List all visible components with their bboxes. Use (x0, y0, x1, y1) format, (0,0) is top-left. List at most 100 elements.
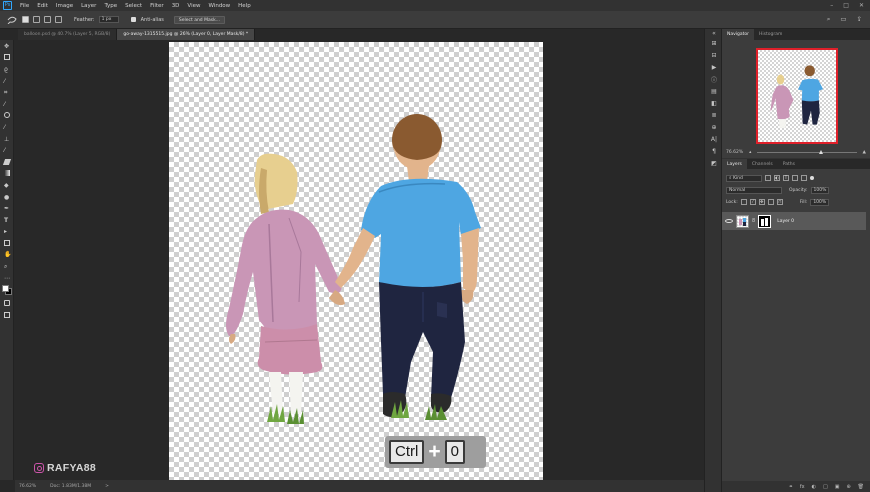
menu-help[interactable]: Help (234, 3, 255, 9)
libraries-icon[interactable]: ▤ (705, 85, 723, 97)
healing-tool[interactable] (0, 110, 14, 122)
select-and-mask-button[interactable]: Select and Mask... (173, 15, 225, 24)
type-tool[interactable]: T (0, 214, 14, 226)
minimize-button[interactable]: – (830, 2, 833, 9)
menu-view[interactable]: View (183, 3, 204, 9)
add-selection-icon[interactable] (33, 16, 40, 23)
maximize-button[interactable]: □ (843, 2, 849, 9)
new-group-icon[interactable]: ▣ (835, 484, 840, 490)
play-icon[interactable]: ▶ (705, 61, 723, 73)
eyedropper-tool[interactable]: ⁄ (0, 98, 14, 110)
workspace-icon[interactable]: ▭ (840, 15, 846, 24)
lock-transparent-icon[interactable] (740, 199, 747, 205)
stamp-tool[interactable]: ⊥ (0, 133, 14, 145)
type-filter-icon[interactable]: T (783, 175, 789, 181)
layer-row[interactable]: 8 Layer 0 (722, 212, 866, 230)
adjustments-icon[interactable]: ◧ (705, 97, 723, 109)
canvas-area[interactable] (15, 40, 704, 480)
document-canvas[interactable] (169, 42, 543, 480)
strip-collapse-icon[interactable]: « (705, 29, 723, 37)
history-icon[interactable]: ⊞ (705, 37, 723, 49)
search-icon[interactable]: ⌕ (827, 15, 831, 24)
path-select-tool[interactable]: ▸ (0, 226, 14, 238)
crop-tool[interactable]: ⌗ (0, 86, 14, 98)
filter-toggle-icon[interactable] (810, 176, 814, 180)
menu-window[interactable]: Window (204, 3, 234, 9)
new-selection-icon[interactable] (22, 16, 29, 23)
subtract-selection-icon[interactable] (44, 16, 51, 23)
link-layers-icon[interactable]: ⚭ (789, 484, 793, 490)
pen-tool[interactable]: ✒ (0, 202, 14, 214)
blur-tool[interactable]: ◆ (0, 179, 14, 191)
zoom-tool[interactable]: ⌕ (0, 260, 14, 272)
zoom-readout[interactable]: 76.62% (19, 484, 36, 489)
menu-edit[interactable]: Edit (33, 3, 52, 9)
share-icon[interactable]: ⇪ (857, 15, 862, 24)
shape-tool[interactable] (0, 237, 14, 249)
close-button[interactable]: ✕ (859, 2, 864, 9)
clone-source-icon[interactable]: ⊕ (705, 121, 723, 133)
trash-icon[interactable]: 🗑 (858, 484, 864, 490)
quick-mask-tool[interactable] (0, 297, 14, 309)
layer-name[interactable]: Layer 0 (777, 219, 794, 224)
lock-artboard-icon[interactable] (767, 199, 774, 205)
shape-filter-icon[interactable] (792, 175, 798, 181)
lock-image-icon[interactable]: ⁄ (749, 199, 756, 205)
menu-3d[interactable]: 3D (168, 3, 184, 9)
glyphs-icon[interactable]: ◩ (705, 157, 723, 169)
tab-balloon[interactable]: balloon.psd @ 40.7% (Layer 5, RGB/8) (18, 29, 118, 40)
adjustment-filter-icon[interactable]: ◐ (774, 175, 780, 181)
history-brush-tool[interactable]: ⁄ (0, 144, 14, 156)
properties-icon[interactable]: ≣ (705, 109, 723, 121)
tab-go-away[interactable]: go-away-1315515.jpg @ 26% (Layer 0, Laye… (117, 29, 256, 40)
blend-mode-select[interactable]: Normal (726, 186, 782, 194)
navigator-preview[interactable] (756, 48, 838, 144)
menu-select[interactable]: Select (121, 3, 146, 9)
fill-input[interactable]: 100% (810, 198, 830, 206)
status-arrow[interactable]: > (105, 484, 109, 489)
kind-filter[interactable]: ⌕ Kind (726, 174, 762, 182)
zoom-slider[interactable] (757, 149, 857, 154)
fx-icon[interactable]: fx (800, 484, 805, 490)
navigator-zoom-value[interactable]: 76.62% (726, 150, 743, 155)
opacity-input[interactable]: 100% (810, 186, 830, 194)
feather-input[interactable]: 1 px (98, 16, 119, 23)
dodge-tool[interactable]: ● (0, 191, 14, 203)
menu-type[interactable]: Type (100, 3, 121, 9)
character-icon[interactable]: A| (705, 133, 723, 145)
menu-image[interactable]: Image (52, 3, 77, 9)
eye-icon[interactable] (725, 219, 733, 223)
tab-histogram[interactable]: Histogram (754, 29, 787, 40)
new-fill-layer-icon[interactable]: □ (823, 484, 828, 490)
foreground-color-swatch[interactable] (2, 285, 9, 293)
move-tool[interactable]: ✥ (0, 40, 14, 52)
zoom-out-icon[interactable]: ▴ (749, 150, 751, 155)
hand-tool[interactable]: ✋ (0, 249, 14, 261)
more-tools[interactable]: ⋯ (0, 272, 14, 284)
brush-settings-icon[interactable]: ⊟ (705, 49, 723, 61)
menu-layer[interactable]: Layer (77, 3, 100, 9)
menu-file[interactable]: File (16, 3, 33, 9)
lasso-tool-icon[interactable] (6, 15, 18, 24)
lock-all-icon[interactable]: ⊓ (776, 199, 783, 205)
magic-wand-tool[interactable]: ⁄ (0, 75, 14, 87)
zoom-in-icon[interactable]: ▲ (863, 150, 866, 155)
paragraph-icon[interactable]: ¶ (705, 145, 723, 157)
new-layer-icon[interactable]: ⊕ (846, 484, 850, 490)
add-mask-icon[interactable]: ◐ (812, 484, 816, 490)
marquee-tool[interactable] (0, 52, 14, 64)
tab-navigator[interactable]: Navigator (722, 29, 755, 40)
layer-thumbnail[interactable] (736, 214, 749, 228)
lasso-tool[interactable]: ϱ (0, 63, 14, 75)
antialias-checkbox[interactable] (130, 17, 136, 22)
gradient-tool[interactable] (0, 168, 14, 180)
screen-mode-tool[interactable] (0, 309, 14, 321)
layer-mask-thumbnail[interactable] (758, 214, 772, 228)
color-swatches[interactable] (0, 283, 14, 297)
brush-tool[interactable]: ⁄ (0, 121, 14, 133)
zoom-slider-thumb[interactable] (818, 149, 823, 154)
menu-filter[interactable]: Filter (146, 3, 168, 9)
link-icon[interactable]: 8 (752, 218, 755, 224)
lock-position-icon[interactable]: ✥ (758, 199, 765, 205)
pixel-filter-icon[interactable] (765, 175, 771, 181)
